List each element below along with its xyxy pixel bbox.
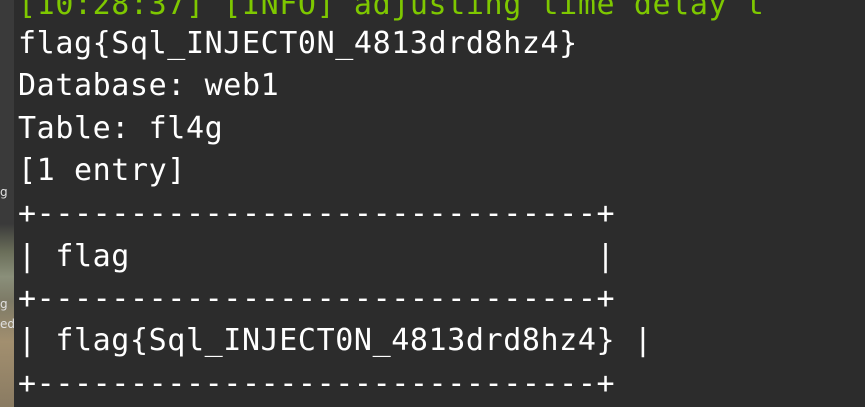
desktop-icon-label-fragment: g <box>0 297 8 311</box>
database-line: Database: web1 <box>18 68 280 103</box>
desktop-icon-label-fragment: g <box>0 185 8 199</box>
table-name-line: Table: fl4g <box>18 111 224 146</box>
terminal-window[interactable]: [10:28:37] [INFO] adjusting time delay t… <box>14 0 865 407</box>
flag-output-line: flag{Sql_INJECT0N_4813drd8hz4} <box>18 26 578 61</box>
desktop-icon-label-fragment: ed <box>0 317 14 331</box>
desktop-background-strip: g g ed <box>0 0 14 407</box>
entry-count-line: [1 entry] <box>18 153 186 188</box>
result-table-border-mid: +------------------------------+ <box>18 281 616 316</box>
result-table-data-row: | flag{Sql_INJECT0N_4813drd8hz4} | <box>18 323 653 358</box>
result-table-header-row: | flag | <box>18 239 616 274</box>
result-table-border-top: +------------------------------+ <box>18 196 616 231</box>
result-table-border-bottom: +------------------------------+ <box>18 366 616 401</box>
